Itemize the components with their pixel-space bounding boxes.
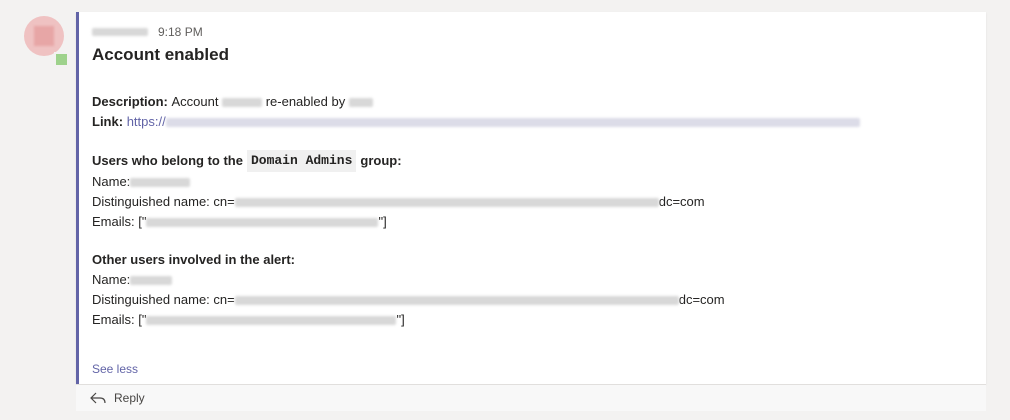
see-less-link[interactable]: See less	[92, 362, 138, 376]
alert-link-redacted[interactable]	[165, 117, 860, 127]
domain-admin-email-redacted	[146, 217, 379, 227]
teams-channel-view: 9:18 PM Account enabled Description: Acc…	[0, 0, 1010, 420]
other-users-heading-text: Other users involved in the alert:	[92, 252, 295, 267]
message-title: Account enabled	[92, 45, 229, 64]
emails-prefix: Emails: ["	[92, 312, 147, 327]
message-body: Description: Account re-enabled by Link:…	[92, 92, 860, 330]
reply-label: Reply	[114, 391, 145, 405]
dn-label: Distinguished name: cn=	[92, 194, 235, 209]
other-user-name-redacted	[130, 275, 173, 285]
domain-admin-name-line: Name:	[92, 172, 860, 192]
dn-suffix: dc=com	[678, 292, 725, 307]
emails-suffix: "]	[378, 214, 387, 229]
domain-admins-heading-prefix: Users who belong to the	[92, 153, 243, 168]
message-header: 9:18 PM	[92, 25, 203, 39]
alert-link[interactable]: https://	[127, 112, 166, 132]
account-name-redacted	[222, 97, 263, 107]
domain-admin-dn-line: Distinguished name: cn= dc=com	[92, 192, 860, 212]
reply-icon	[90, 392, 106, 404]
other-user-name-line: Name:	[92, 270, 860, 290]
link-label: Link:	[92, 114, 124, 129]
other-user-dn-line: Distinguished name: cn= dc=com	[92, 290, 860, 310]
link-line: Link: https://	[92, 112, 860, 132]
domain-admin-emails-line: Emails: [" "]	[92, 212, 860, 232]
domain-admin-dn-redacted	[234, 197, 659, 207]
name-label: Name:	[92, 272, 131, 287]
avatar[interactable]	[24, 16, 64, 56]
domain-admin-name-redacted	[130, 177, 191, 187]
dn-suffix: dc=com	[658, 194, 705, 209]
group-name-code: Domain Admins	[246, 150, 357, 172]
message-time: 9:18 PM	[158, 25, 203, 39]
domain-admins-heading: Users who belong to the Domain Admins gr…	[92, 150, 860, 172]
other-user-email-redacted	[146, 315, 397, 325]
description-prefix: Account	[171, 94, 219, 109]
description-line: Description: Account re-enabled by	[92, 92, 860, 112]
other-user-emails-line: Emails: [" "]	[92, 310, 860, 330]
other-users-heading: Other users involved in the alert:	[92, 250, 860, 270]
emails-suffix: "]	[396, 312, 405, 327]
description-label: Description:	[92, 94, 168, 109]
description-middle: re-enabled by	[265, 94, 346, 109]
name-label: Name:	[92, 174, 131, 189]
message-card: 9:18 PM Account enabled Description: Acc…	[76, 12, 986, 384]
actor-name-redacted	[348, 97, 373, 107]
sender-name-redacted[interactable]	[92, 28, 148, 36]
dn-label: Distinguished name: cn=	[92, 292, 235, 307]
emails-prefix: Emails: ["	[92, 214, 147, 229]
domain-admins-heading-suffix: group:	[360, 153, 402, 168]
reply-button[interactable]: Reply	[76, 384, 986, 411]
presence-indicator	[54, 52, 69, 67]
other-user-dn-redacted	[234, 295, 679, 305]
